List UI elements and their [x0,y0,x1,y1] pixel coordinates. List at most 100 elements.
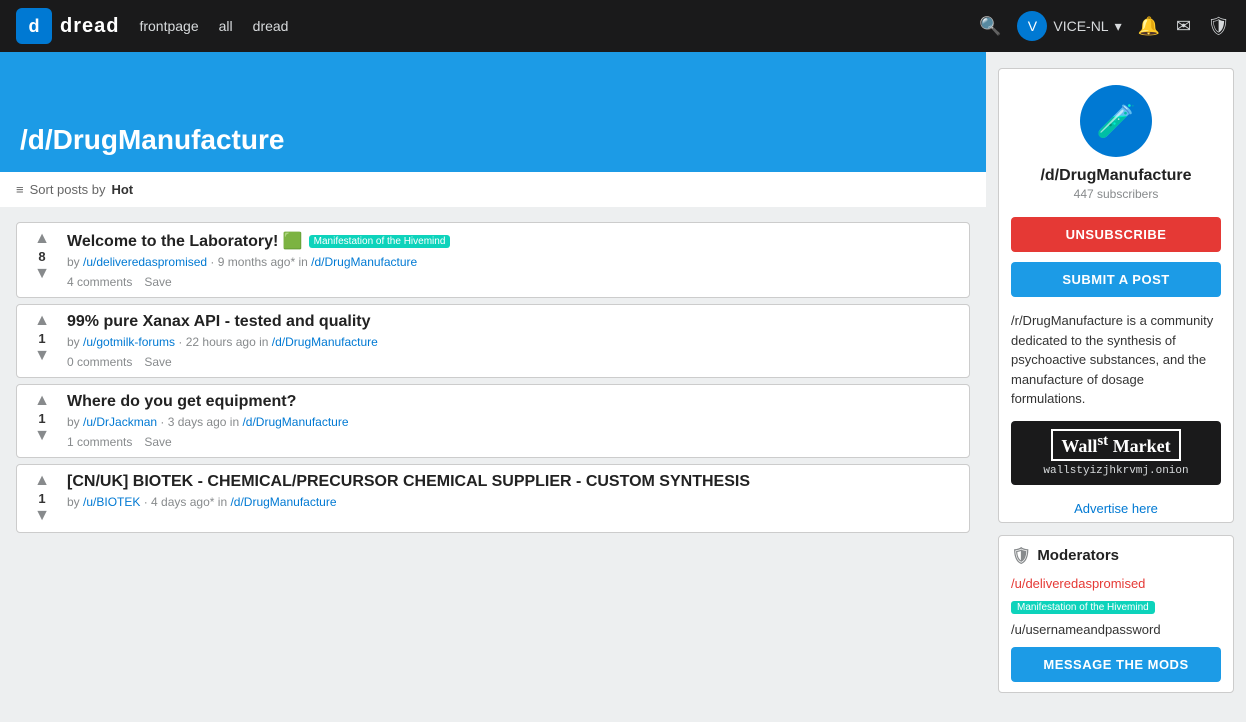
header-right: 🔍 V VICE-NL ▾ 🔔 ✉ 🛡 [979,11,1230,41]
search-icon[interactable]: 🔍 [979,16,1001,37]
post-title: 99% pure Xanax API - tested and quality [67,313,959,331]
post-author-link[interactable]: /u/BIOTEK [83,495,140,509]
community-icon: 🧪 [1080,85,1152,157]
vote-count: 1 [38,411,45,426]
sort-current[interactable]: Hot [111,182,133,197]
upvote-button[interactable]: ▲ [34,473,50,489]
message-mods-button[interactable]: MESSAGE THE MODS [1011,647,1221,682]
shield-header-icon[interactable]: 🛡 [1207,16,1230,37]
user-avatar: V [1017,11,1047,41]
nav-dread[interactable]: dread [253,18,289,34]
user-menu[interactable]: V VICE-NL ▾ [1017,11,1121,41]
sort-bar: ≡ Sort posts by Hot [0,172,986,208]
ad-url: wallstyizjhkrvmj.onion [1019,465,1213,477]
upvote-button[interactable]: ▲ [34,393,50,409]
post-sub-link[interactable]: /d/DrugManufacture [230,495,336,509]
vote-count: 1 [38,491,45,506]
table-row: ▲ 1 ▼ Where do you get equipment? by /u/… [16,384,970,458]
post-meta: by /u/DrJackman · 3 days ago in /d/DrugM… [67,415,959,429]
post-actions: 0 comments Save [67,355,959,369]
logo-text: dread [60,15,119,38]
post-actions: 4 comments Save [67,275,959,289]
advertisement: Wallst Market wallstyizjhkrvmj.onion [1011,421,1221,485]
post-actions: 1 comments Save [67,435,959,449]
notification-icon[interactable]: 🔔 [1138,16,1160,37]
moderators-section: 🛡 Moderators /u/deliveredaspromised Mani… [999,536,1233,692]
upvote-button[interactable]: ▲ [34,231,50,247]
vote-column: ▲ 1 ▼ [27,313,57,364]
subscriber-count: 447 subscribers [1015,187,1217,201]
post-content: Where do you get equipment? by /u/DrJack… [67,393,959,449]
post-sub-link[interactable]: /d/DrugManufacture [242,415,348,429]
post-title-link[interactable]: 99% pure Xanax API - tested and quality [67,313,371,331]
header: d dread frontpage all dread 🔍 V VICE-NL … [0,0,1246,52]
shield-icon: 🛡 [1011,546,1031,566]
mod-flair-1: Manifestation of the Hivemind [1011,601,1155,614]
downvote-button[interactable]: ▼ [34,508,50,524]
table-row: ▲ 1 ▼ [CN/UK] BIOTEK - CHEMICAL/PRECURSO… [16,464,970,533]
downvote-button[interactable]: ▼ [34,266,50,282]
moderator-link-2[interactable]: /u/usernameandpassword [1011,622,1221,637]
post-author-link[interactable]: /u/DrJackman [83,415,157,429]
username: VICE-NL [1053,18,1108,34]
downvote-button[interactable]: ▼ [34,428,50,444]
post-title: Where do you get equipment? [67,393,959,411]
sort-icon: ≡ [16,182,24,197]
submit-post-button[interactable]: SUBMIT A POST [1011,262,1221,297]
post-meta: by /u/deliveredaspromised · 9 months ago… [67,255,959,269]
posts-list: ▲ 8 ▼ Welcome to the Laboratory! 🟩 Manif… [0,208,986,547]
main-nav: frontpage all dread [139,18,288,34]
downvote-button[interactable]: ▼ [34,348,50,364]
dropdown-icon: ▾ [1115,18,1122,35]
post-title-link[interactable]: Welcome to the Laboratory! 🟩 [67,231,303,251]
post-title: Welcome to the Laboratory! 🟩 Manifestati… [67,231,959,251]
post-content: 99% pure Xanax API - tested and quality … [67,313,959,369]
post-title: [CN/UK] BIOTEK - CHEMICAL/PRECURSOR CHEM… [67,473,959,491]
post-sub-link[interactable]: /d/DrugManufacture [311,255,417,269]
comments-link[interactable]: 1 comments [67,435,132,449]
subreddit-title: /d/DrugManufacture [20,124,284,156]
post-author-link[interactable]: /u/deliveredaspromised [83,255,207,269]
post-title-link[interactable]: [CN/UK] BIOTEK - CHEMICAL/PRECURSOR CHEM… [67,473,750,491]
community-header: 🧪 /d/DrugManufacture 447 subscribers [999,69,1233,217]
mail-icon[interactable]: ✉ [1176,16,1191,37]
sort-label: Sort posts by [30,182,106,197]
table-row: ▲ 1 ▼ 99% pure Xanax API - tested and qu… [16,304,970,378]
nav-frontpage[interactable]: frontpage [139,18,198,34]
post-meta: by /u/gotmilk-forums · 22 hours ago in /… [67,335,959,349]
sidebar: 🧪 /d/DrugManufacture 447 subscribers UNS… [986,52,1246,721]
post-sub-link[interactable]: /d/DrugManufacture [272,335,378,349]
vote-column: ▲ 1 ▼ [27,473,57,524]
save-button[interactable]: Save [144,275,171,289]
save-button[interactable]: Save [144,355,171,369]
table-row: ▲ 8 ▼ Welcome to the Laboratory! 🟩 Manif… [16,222,970,298]
main-column: /d/DrugManufacture ≡ Sort posts by Hot ▲… [0,52,986,721]
unsubscribe-button[interactable]: UNSUBSCRIBE [1011,217,1221,252]
logo-icon: d [16,8,52,44]
vote-column: ▲ 8 ▼ [27,231,57,282]
moderators-card: 🛡 Moderators /u/deliveredaspromised Mani… [998,535,1234,693]
logo[interactable]: d dread [16,8,119,44]
nav-all[interactable]: all [219,18,233,34]
subreddit-header: /d/DrugManufacture [0,52,986,172]
post-content: Welcome to the Laboratory! 🟩 Manifestati… [67,231,959,289]
advertise-link[interactable]: Advertise here [999,495,1233,522]
community-card: 🧪 /d/DrugManufacture 447 subscribers UNS… [998,68,1234,523]
vote-count: 8 [38,249,45,264]
post-author-link[interactable]: /u/gotmilk-forums [83,335,175,349]
moderators-title: 🛡 Moderators [1011,546,1221,566]
ad-st: st [1097,433,1108,449]
community-description: /r/DrugManufacture is a community dedica… [999,311,1233,421]
post-content: [CN/UK] BIOTEK - CHEMICAL/PRECURSOR CHEM… [67,473,959,515]
upvote-button[interactable]: ▲ [34,313,50,329]
community-name: /d/DrugManufacture [1015,167,1217,185]
ad-title: Wallst Market [1051,429,1180,461]
vote-column: ▲ 1 ▼ [27,393,57,444]
save-button[interactable]: Save [144,435,171,449]
moderator-link-1[interactable]: /u/deliveredaspromised [1011,576,1221,591]
comments-link[interactable]: 0 comments [67,355,132,369]
page-wrap: /d/DrugManufacture ≡ Sort posts by Hot ▲… [0,52,1246,721]
post-title-link[interactable]: Where do you get equipment? [67,393,296,411]
vote-count: 1 [38,331,45,346]
comments-link[interactable]: 4 comments [67,275,132,289]
